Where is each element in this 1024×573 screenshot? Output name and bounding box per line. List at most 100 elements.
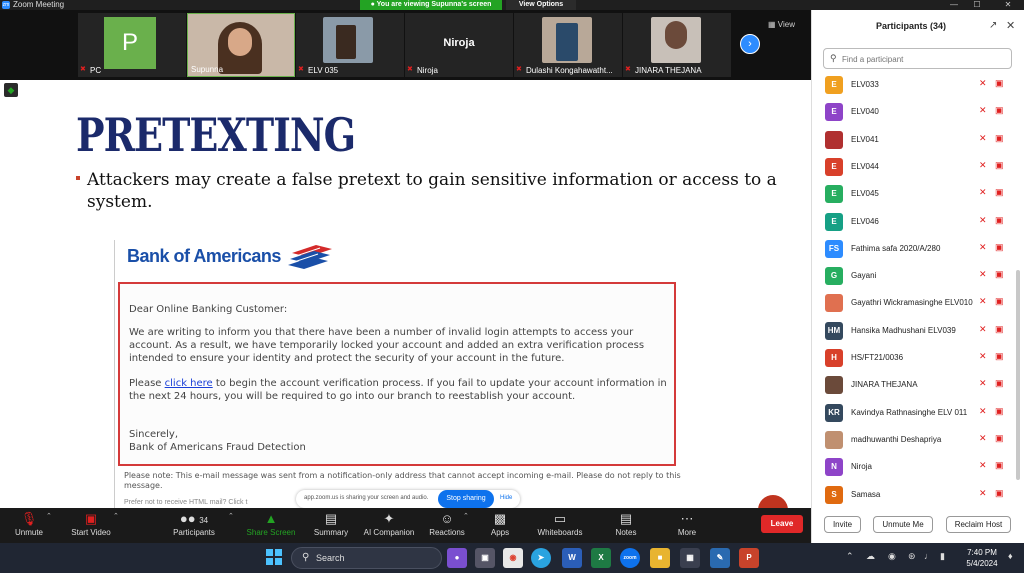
mic-muted-icon[interactable]: ✕ — [979, 460, 987, 471]
participant-search[interactable]: ⚲ — [823, 48, 1012, 69]
taskbar-clock[interactable]: 7:40 PM 5/4/2024 — [958, 547, 1006, 569]
participant-row[interactable]: E ELV040 ✕ ▣ — [811, 99, 1014, 126]
apps-button[interactable]: ▩ Apps — [484, 508, 516, 543]
reactions-button[interactable]: ☺ Reactions — [427, 508, 467, 543]
video-off-icon[interactable]: ▣ — [995, 460, 1004, 471]
mic-muted-icon[interactable]: ✕ — [979, 296, 987, 307]
stop-sharing-button[interactable]: Stop sharing — [438, 490, 494, 508]
video-off-icon[interactable]: ▣ — [995, 187, 1004, 198]
zoom-taskbar-icon[interactable]: zoom — [620, 548, 640, 568]
word-icon[interactable]: W — [562, 548, 582, 568]
participant-row[interactable]: N Niroja ✕ ▣ — [811, 454, 1014, 481]
video-tile-niroja[interactable]: Niroja ✖ Niroja — [405, 13, 513, 77]
next-page-button[interactable]: › — [740, 34, 760, 54]
video-off-icon[interactable]: ▣ — [995, 215, 1004, 226]
participant-row[interactable]: madhuwanthi Deshapriya ✕ ▣ — [811, 427, 1014, 454]
unmute-button[interactable]: 🎙 Unmute — [10, 508, 48, 543]
mic-muted-icon[interactable]: ✕ — [979, 160, 987, 171]
cloud-icon[interactable]: ☁ — [866, 551, 875, 562]
video-off-icon[interactable]: ▣ — [995, 296, 1004, 307]
chevron-up-icon[interactable]: ⌃ — [228, 512, 234, 520]
video-off-icon[interactable]: ▣ — [995, 351, 1004, 362]
reclaim-host-button[interactable]: Reclaim Host — [946, 516, 1011, 533]
mic-muted-icon[interactable]: ✕ — [979, 433, 987, 444]
video-tile-elv035[interactable]: ✖ ELV 035 — [296, 13, 404, 77]
chrome-icon[interactable]: ◉ — [503, 548, 523, 568]
task-view-icon[interactable]: ▣ — [475, 548, 495, 568]
unmute-me-button[interactable]: Unmute Me — [873, 516, 933, 533]
participant-row[interactable]: E ELV045 ✕ ▣ — [811, 181, 1014, 208]
mic-muted-icon[interactable]: ✕ — [979, 187, 987, 198]
chevron-up-icon[interactable]: ⌃ — [46, 512, 52, 520]
notes-button[interactable]: ▤ Notes — [610, 508, 642, 543]
excel-icon[interactable]: X — [591, 548, 611, 568]
battery-icon[interactable]: ▮ — [940, 551, 945, 562]
video-tile-dulashi[interactable]: ✖ Dulashi Kongahawatht... — [514, 13, 622, 77]
participant-scrollbar[interactable] — [1016, 270, 1020, 480]
mic-muted-icon[interactable]: ✕ — [979, 105, 987, 116]
mic-muted-icon[interactable]: ✕ — [979, 324, 987, 335]
video-off-icon[interactable]: ▣ — [995, 433, 1004, 444]
participant-row[interactable]: FS Fathima safa 2020/A/280 ✕ ▣ — [811, 236, 1014, 263]
participant-row[interactable]: ELV041 ✕ ▣ — [811, 127, 1014, 154]
volume-icon[interactable]: ♩ — [924, 551, 933, 561]
participants-button[interactable]: ●● 34 Participants — [170, 508, 218, 543]
mic-muted-icon[interactable]: ✕ — [979, 351, 987, 362]
mic-muted-icon[interactable]: ✕ — [979, 488, 987, 499]
calculator-icon[interactable]: ▦ — [680, 548, 700, 568]
mic-muted-icon[interactable]: ✕ — [979, 215, 987, 226]
camera-icon[interactable]: ◉ — [888, 551, 896, 562]
ai-companion-button[interactable]: ✦ AI Companion — [362, 508, 416, 543]
video-off-icon[interactable]: ▣ — [995, 269, 1004, 280]
chevron-up-icon[interactable]: ⌃ — [463, 512, 469, 520]
hide-button[interactable]: Hide — [500, 495, 512, 501]
participant-row[interactable]: H HS/FT21/0036 ✕ ▣ — [811, 345, 1014, 372]
view-options-button[interactable]: View Options — [506, 0, 576, 10]
video-off-icon[interactable]: ▣ — [995, 105, 1004, 116]
close-icon[interactable]: ✕ — [1006, 19, 1015, 32]
taskbar-search[interactable]: ⚲ Search — [291, 547, 442, 569]
video-off-icon[interactable]: ▣ — [995, 242, 1004, 253]
shield-icon[interactable]: ◆ — [4, 83, 18, 97]
powerpoint-icon[interactable]: P — [739, 548, 759, 568]
mic-muted-icon[interactable]: ✕ — [979, 78, 987, 89]
mic-muted-icon[interactable]: ✕ — [979, 378, 987, 389]
video-off-icon[interactable]: ▣ — [995, 324, 1004, 335]
game-app-icon[interactable]: ● — [447, 548, 467, 568]
start-video-button[interactable]: ▣ Start Video — [66, 508, 116, 543]
share-screen-button[interactable]: ▲ Share Screen — [244, 508, 298, 543]
minimize-button[interactable]: — — [944, 0, 964, 10]
video-off-icon[interactable]: ▣ — [995, 160, 1004, 171]
video-off-icon[interactable]: ▣ — [995, 406, 1004, 417]
search-input[interactable] — [842, 52, 1007, 66]
windows-start-icon[interactable] — [266, 549, 282, 565]
notification-bell-icon[interactable]: ♦ — [1008, 551, 1013, 561]
invite-button[interactable]: Invite — [824, 516, 861, 533]
participant-row[interactable]: E ELV044 ✕ ▣ — [811, 154, 1014, 181]
wifi-icon[interactable]: ⊛ — [908, 551, 916, 562]
view-button[interactable]: ▦ View — [768, 18, 804, 32]
summary-button[interactable]: ▤ Summary — [310, 508, 352, 543]
participant-row[interactable]: S Samasa ✕ ▣ — [811, 482, 1014, 509]
click-here-link[interactable]: click here — [165, 378, 213, 389]
close-window-button[interactable]: ✕ — [998, 0, 1018, 10]
leave-button[interactable]: Leave — [761, 515, 803, 533]
participant-row[interactable]: KR Kavindya Rathnasinghe ELV 011 ✕ ▣ — [811, 400, 1014, 427]
folder-icon[interactable]: ■ — [650, 548, 670, 568]
participant-row[interactable]: E ELV046 ✕ ▣ — [811, 209, 1014, 236]
chevron-up-icon[interactable]: ⌃ — [113, 512, 119, 520]
video-off-icon[interactable]: ▣ — [995, 78, 1004, 89]
participant-row[interactable]: JINARA THEJANA ✕ ▣ — [811, 372, 1014, 399]
whiteboards-button[interactable]: ▭ Whiteboards — [534, 508, 586, 543]
participant-row[interactable]: HM Hansika Madhushani ELV039 ✕ ▣ — [811, 318, 1014, 345]
mic-muted-icon[interactable]: ✕ — [979, 406, 987, 417]
video-tile-pc[interactable]: P ✖ PC — [78, 13, 186, 77]
chevron-up-icon[interactable]: ⌃ — [846, 551, 854, 562]
popout-icon[interactable]: ↗ — [989, 20, 997, 31]
maximize-button[interactable]: ☐ — [967, 0, 987, 10]
participant-row[interactable]: E ELV033 ✕ ▣ — [811, 72, 1014, 99]
video-off-icon[interactable]: ▣ — [995, 488, 1004, 499]
mic-muted-icon[interactable]: ✕ — [979, 242, 987, 253]
video-off-icon[interactable]: ▣ — [995, 133, 1004, 144]
mic-muted-icon[interactable]: ✕ — [979, 269, 987, 280]
